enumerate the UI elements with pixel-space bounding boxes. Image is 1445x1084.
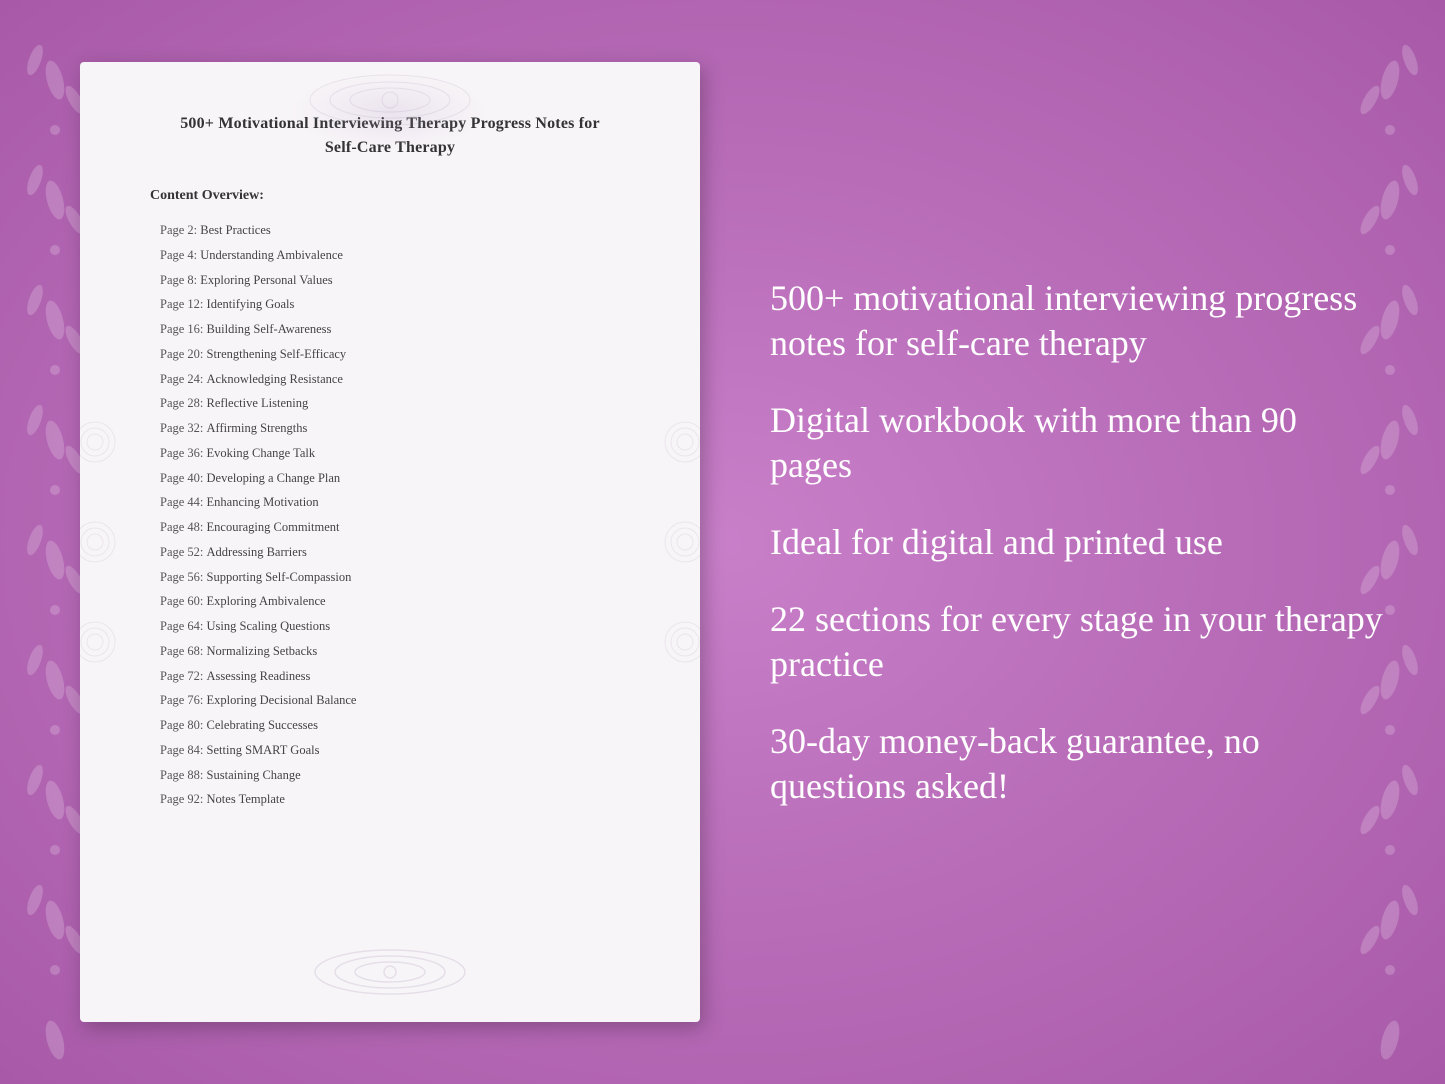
toc-topic: Exploring Ambivalence (207, 594, 326, 608)
feature-text-5: 30-day money-back guarantee, no question… (770, 719, 1385, 809)
toc-item: Page 8: Exploring Personal Values (140, 268, 640, 293)
toc-page-number: Page 4: (160, 248, 200, 262)
toc-topic: Sustaining Change (207, 768, 301, 782)
toc-page-number: Page 28: (160, 396, 207, 410)
toc-topic: Normalizing Setbacks (207, 644, 318, 658)
toc-item: Page 4: Understanding Ambivalence (140, 243, 640, 268)
toc-page-number: Page 64: (160, 619, 207, 633)
toc-topic: Acknowledging Resistance (207, 372, 343, 386)
toc-item: Page 92: Notes Template (140, 787, 640, 812)
toc-topic: Developing a Change Plan (207, 471, 341, 485)
toc-page-number: Page 60: (160, 594, 207, 608)
feature-text-3: Ideal for digital and printed use (770, 520, 1385, 565)
toc-item: Page 40: Developing a Change Plan (140, 466, 640, 491)
toc-topic: Using Scaling Questions (207, 619, 331, 633)
toc-item: Page 64: Using Scaling Questions (140, 614, 640, 639)
toc-page-number: Page 36: (160, 446, 207, 460)
toc-page-number: Page 44: (160, 495, 207, 509)
toc-page-number: Page 92: (160, 792, 207, 806)
toc-page-number: Page 40: (160, 471, 207, 485)
toc-item: Page 52: Addressing Barriers (140, 540, 640, 565)
feature-text-1: 500+ motivational interviewing progress … (770, 276, 1385, 366)
toc-item: Page 28: Reflective Listening (140, 391, 640, 416)
toc-topic: Exploring Decisional Balance (207, 693, 357, 707)
toc-item: Page 88: Sustaining Change (140, 763, 640, 788)
toc-page-number: Page 32: (160, 421, 207, 435)
document-card: 500+ Motivational Interviewing Therapy P… (80, 62, 700, 1022)
toc-topic: Encouraging Commitment (207, 520, 340, 534)
toc-item: Page 48: Encouraging Commitment (140, 515, 640, 540)
toc-topic: Understanding Ambivalence (200, 248, 343, 262)
toc-item: Page 24: Acknowledging Resistance (140, 367, 640, 392)
toc-page-number: Page 80: (160, 718, 207, 732)
toc-page-number: Page 48: (160, 520, 207, 534)
toc-item: Page 2: Best Practices (140, 218, 640, 243)
table-of-contents: Page 2: Best PracticesPage 4: Understand… (140, 218, 640, 812)
right-panel: 500+ motivational interviewing progress … (750, 276, 1385, 809)
toc-topic: Addressing Barriers (207, 545, 307, 559)
toc-page-number: Page 84: (160, 743, 207, 757)
toc-page-number: Page 8: (160, 273, 200, 287)
toc-item: Page 12: Identifying Goals (140, 292, 640, 317)
toc-item: Page 32: Affirming Strengths (140, 416, 640, 441)
doc-bottom-mandala (300, 942, 480, 1002)
toc-topic: Exploring Personal Values (200, 273, 332, 287)
toc-page-number: Page 16: (160, 322, 207, 336)
content-overview-label: Content Overview: (150, 188, 640, 204)
toc-topic: Supporting Self-Compassion (207, 570, 352, 584)
main-content: 500+ Motivational Interviewing Therapy P… (0, 0, 1445, 1084)
toc-topic: Celebrating Successes (207, 718, 318, 732)
toc-item: Page 16: Building Self-Awareness (140, 317, 640, 342)
toc-topic: Strengthening Self-Efficacy (207, 347, 347, 361)
toc-item: Page 72: Assessing Readiness (140, 664, 640, 689)
toc-topic: Affirming Strengths (207, 421, 308, 435)
feature-text-4: 22 sections for every stage in your ther… (770, 597, 1385, 687)
toc-topic: Identifying Goals (207, 297, 295, 311)
toc-topic: Setting SMART Goals (207, 743, 320, 757)
toc-item: Page 68: Normalizing Setbacks (140, 639, 640, 664)
toc-item: Page 60: Exploring Ambivalence (140, 589, 640, 614)
toc-page-number: Page 68: (160, 644, 207, 658)
toc-item: Page 44: Enhancing Motivation (140, 490, 640, 515)
toc-topic: Notes Template (207, 792, 285, 806)
toc-topic: Building Self-Awareness (207, 322, 332, 336)
toc-item: Page 56: Supporting Self-Compassion (140, 565, 640, 590)
toc-page-number: Page 72: (160, 669, 207, 683)
toc-page-number: Page 20: (160, 347, 207, 361)
toc-page-number: Page 12: (160, 297, 207, 311)
toc-page-number: Page 2: (160, 223, 200, 237)
toc-item: Page 80: Celebrating Successes (140, 713, 640, 738)
toc-topic: Enhancing Motivation (207, 495, 319, 509)
toc-topic: Best Practices (200, 223, 270, 237)
doc-mandala-right (660, 392, 700, 692)
toc-item: Page 20: Strengthening Self-Efficacy (140, 342, 640, 367)
toc-page-number: Page 52: (160, 545, 207, 559)
doc-mandala-left (80, 392, 120, 692)
toc-item: Page 76: Exploring Decisional Balance (140, 688, 640, 713)
toc-topic: Reflective Listening (207, 396, 309, 410)
toc-item: Page 36: Evoking Change Talk (140, 441, 640, 466)
toc-page-number: Page 88: (160, 768, 207, 782)
toc-item: Page 84: Setting SMART Goals (140, 738, 640, 763)
toc-page-number: Page 56: (160, 570, 207, 584)
toc-page-number: Page 76: (160, 693, 207, 707)
doc-top-mandala (290, 70, 490, 130)
feature-text-2: Digital workbook with more than 90 pages (770, 398, 1385, 488)
toc-page-number: Page 24: (160, 372, 207, 386)
toc-topic: Evoking Change Talk (207, 446, 316, 460)
toc-topic: Assessing Readiness (207, 669, 311, 683)
